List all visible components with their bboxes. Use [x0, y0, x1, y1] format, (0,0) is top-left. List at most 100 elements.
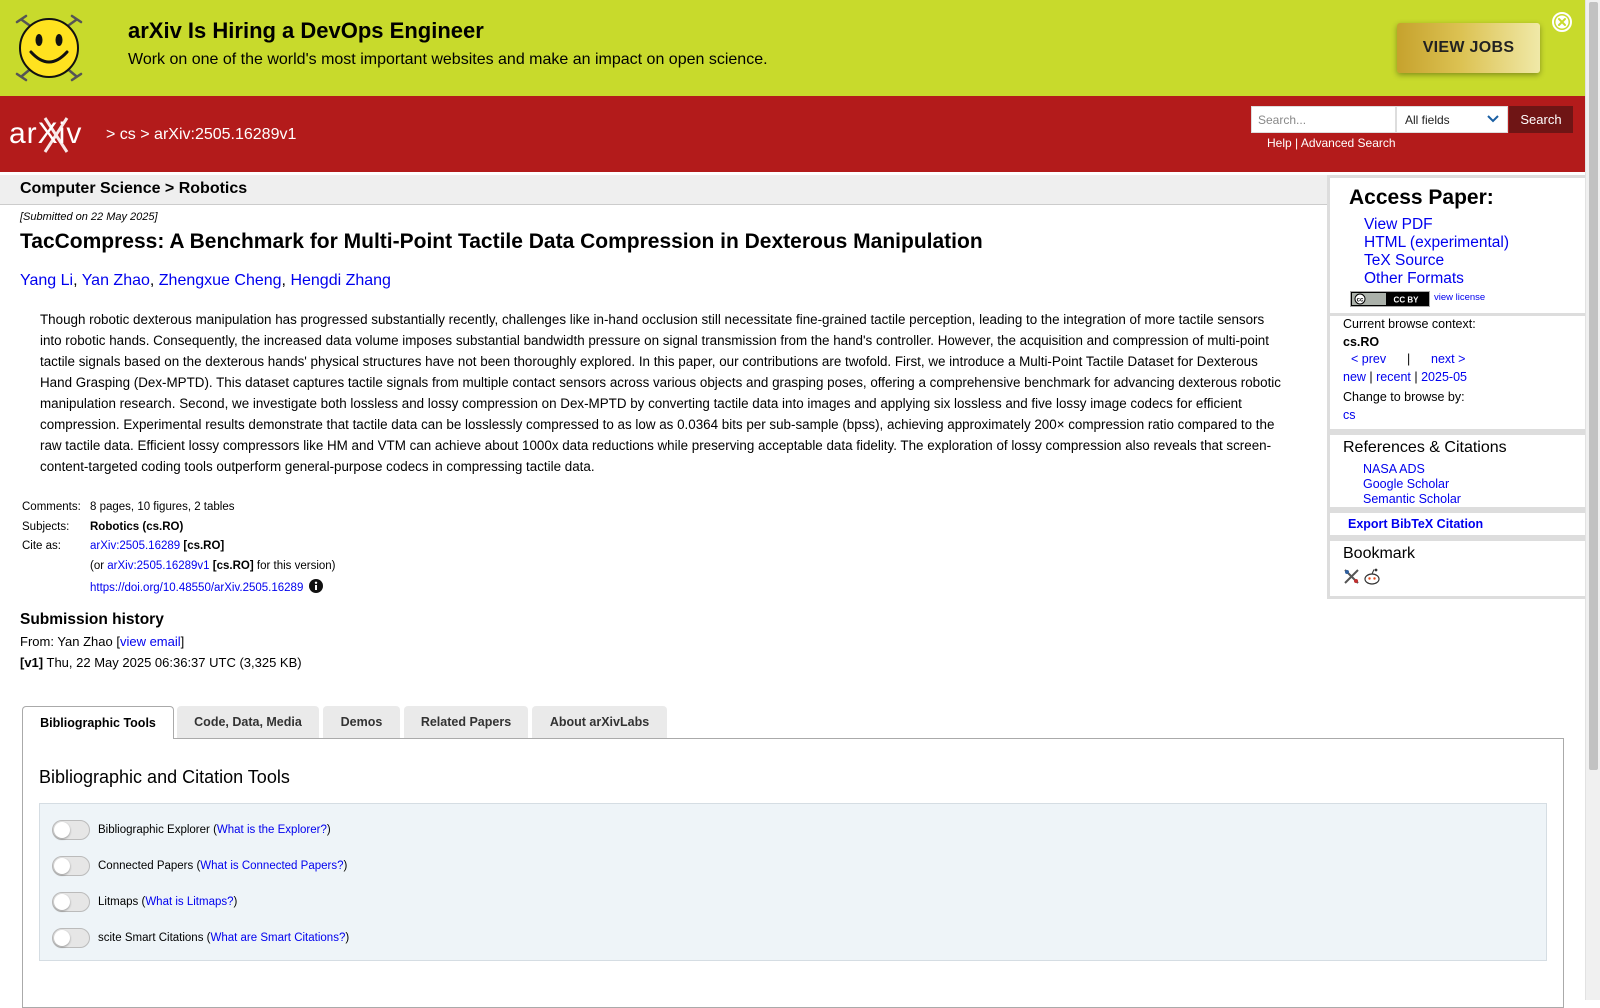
cite-label: Cite as: — [22, 540, 61, 552]
info-icon[interactable] — [309, 579, 324, 593]
tool-help-link[interactable]: What is Connected Papers? — [200, 860, 343, 872]
scite-toggle[interactable] — [52, 928, 90, 948]
author-link[interactable]: Hengdi Zhang — [290, 272, 391, 289]
tool-help-link[interactable]: What is Litmaps? — [145, 896, 233, 908]
tab-related-papers[interactable]: Related Papers — [404, 706, 528, 738]
logo-text: arXiv — [9, 117, 82, 150]
help-link[interactable]: Help — [1267, 136, 1292, 150]
comments-label: Comments: — [22, 501, 81, 513]
search-field-select[interactable]: All fields — [1396, 106, 1508, 133]
browse-cs-link[interactable]: cs — [1343, 408, 1356, 422]
toggle-knob — [54, 930, 70, 946]
cite-id-link[interactable]: arXiv:2505.16289 — [90, 540, 180, 552]
references-links: NASA ADS Google Scholar Semantic Scholar — [1363, 462, 1461, 507]
breadcrumb-paper-id: arXiv:2505.16289v1 — [154, 126, 297, 143]
toggle-knob — [54, 894, 70, 910]
export-bibtex-link[interactable]: Export BibTeX Citation — [1348, 517, 1483, 531]
access-links: View PDF HTML (experimental) TeX Source … — [1364, 216, 1509, 288]
references-title: References & Citations — [1343, 439, 1507, 456]
access-paper-title: Access Paper: — [1349, 186, 1494, 209]
author-link[interactable]: Yan Zhao — [82, 272, 150, 289]
site-header: arXiv > cs > arXiv:2505.16289v1 Search..… — [0, 96, 1585, 172]
month-link[interactable]: 2025-05 — [1421, 370, 1467, 384]
breadcrumb-cs[interactable]: cs — [120, 126, 136, 143]
nasa-ads-link[interactable]: NASA ADS — [1363, 462, 1425, 476]
abstract: Though robotic dexterous manipulation ha… — [40, 312, 1281, 474]
reddit-icon[interactable] — [1363, 568, 1381, 585]
author-list: Yang Li, Yan Zhao, Zhengxue Cheng, Hengd… — [20, 272, 391, 290]
view-email-link[interactable]: view email — [120, 634, 181, 649]
other-formats-link[interactable]: Other Formats — [1364, 270, 1464, 287]
explorer-toggle[interactable] — [52, 820, 90, 840]
tool-label: Connected Papers — [98, 860, 194, 872]
tab-code-data-media[interactable]: Code, Data, Media — [177, 706, 319, 738]
cite-value: arXiv:2505.16289 [cs.RO] — [90, 540, 224, 552]
author-link[interactable]: Yang Li — [20, 272, 73, 289]
author-separator: , — [149, 272, 159, 289]
tool-label: Litmaps — [98, 896, 139, 908]
cite-version-link[interactable]: arXiv:2505.16289v1 — [107, 560, 209, 572]
submitted-date: [Submitted on 22 May 2025] — [20, 211, 158, 223]
tool-label: scite Smart Citations — [98, 932, 204, 944]
doi-link[interactable]: https://doi.org/10.48550/arXiv.2505.1628… — [90, 582, 303, 594]
version-date: Thu, 22 May 2025 06:36:37 UTC (3,325 KB) — [46, 655, 302, 670]
semantic-scholar-link[interactable]: Semantic Scholar — [1363, 492, 1461, 506]
search-field-value: All fields — [1405, 113, 1450, 127]
submission-from: From: Yan Zhao [view email] — [20, 634, 184, 649]
search-input[interactable]: Search... — [1251, 106, 1396, 133]
tool-row-connected-papers: Connected Papers (What is Connected Pape… — [52, 856, 347, 876]
cc-license-badge[interactable]: cc CC BY — [1350, 291, 1430, 307]
google-scholar-link[interactable]: Google Scholar — [1363, 477, 1449, 491]
tool-help-link[interactable]: What are Smart Citations? — [210, 932, 345, 944]
next-link[interactable]: next > — [1431, 352, 1465, 366]
tex-source-link[interactable]: TeX Source — [1364, 252, 1444, 269]
litmaps-toggle[interactable] — [52, 892, 90, 912]
view-license-link[interactable]: view license — [1434, 292, 1485, 303]
cite-or: (or — [90, 560, 105, 572]
new-link[interactable]: new — [1343, 370, 1366, 384]
subjects-value: Robotics (cs.RO) — [90, 521, 184, 533]
vertical-scrollbar[interactable] — [1585, 0, 1600, 1000]
close-icon[interactable] — [1551, 11, 1573, 33]
nav-separator: | — [1406, 352, 1411, 366]
bookmark-icons — [1343, 568, 1381, 585]
banner-text: Work on one of the world's most importan… — [128, 51, 768, 68]
export-box: Export BibTeX Citation — [1327, 510, 1585, 538]
banner-title: arXiv Is Hiring a DevOps Engineer — [128, 18, 484, 43]
context-value: cs.RO — [1343, 334, 1380, 349]
search-help-links: Help | Advanced Search — [1267, 136, 1396, 150]
author-link[interactable]: Zhengxue Cheng — [159, 272, 282, 289]
toggle-knob — [54, 822, 70, 838]
search-button[interactable]: Search — [1509, 106, 1573, 133]
bookmark-box: Bookmark — [1327, 538, 1585, 599]
tool-help-link[interactable]: What is the Explorer? — [217, 824, 327, 836]
html-link[interactable]: HTML (experimental) — [1364, 234, 1509, 251]
link-divider: | — [1295, 136, 1299, 150]
tool-label: Bibliographic Explorer — [98, 824, 210, 836]
view-jobs-button[interactable]: VIEW JOBS — [1397, 23, 1540, 73]
references-box: References & Citations NASA ADS Google S… — [1327, 432, 1585, 510]
tab-about-arxivlabs[interactable]: About arXivLabs — [532, 706, 667, 738]
chevron-down-icon — [1487, 115, 1499, 123]
scrollbar-thumb[interactable] — [1589, 2, 1598, 770]
doi-value: https://doi.org/10.48550/arXiv.2505.1628… — [90, 579, 324, 594]
cite-version-value: (or arXiv:2505.16289v1 [cs.RO] for this … — [90, 560, 336, 572]
svg-text:cc: cc — [1357, 298, 1364, 304]
subjects-label: Subjects: — [22, 521, 70, 533]
from-prefix: From: Yan Zhao [ — [20, 634, 120, 649]
tool-row-litmaps: Litmaps (What is Litmaps?) — [52, 892, 237, 912]
version-entry: [v1] Thu, 22 May 2025 06:36:37 UTC (3,32… — [20, 655, 302, 670]
tab-demos[interactable]: Demos — [323, 706, 400, 738]
arxiv-logo[interactable]: arXiv — [9, 114, 101, 156]
author-separator: , — [73, 272, 82, 289]
prev-link[interactable]: < prev — [1351, 352, 1386, 366]
panel-title: Bibliographic and Citation Tools — [39, 767, 290, 787]
bibsonomy-icon[interactable] — [1343, 568, 1360, 585]
browse-context-box: Current browse context: cs.RO < prev | n… — [1327, 316, 1585, 432]
tab-bibliographic-tools[interactable]: Bibliographic Tools — [22, 706, 174, 739]
advanced-search-link[interactable]: Advanced Search — [1301, 136, 1396, 150]
connected-papers-toggle[interactable] — [52, 856, 90, 876]
view-pdf-link[interactable]: View PDF — [1364, 216, 1433, 233]
recent-link[interactable]: recent — [1376, 370, 1411, 384]
change-label: Change to browse by: — [1343, 390, 1465, 404]
